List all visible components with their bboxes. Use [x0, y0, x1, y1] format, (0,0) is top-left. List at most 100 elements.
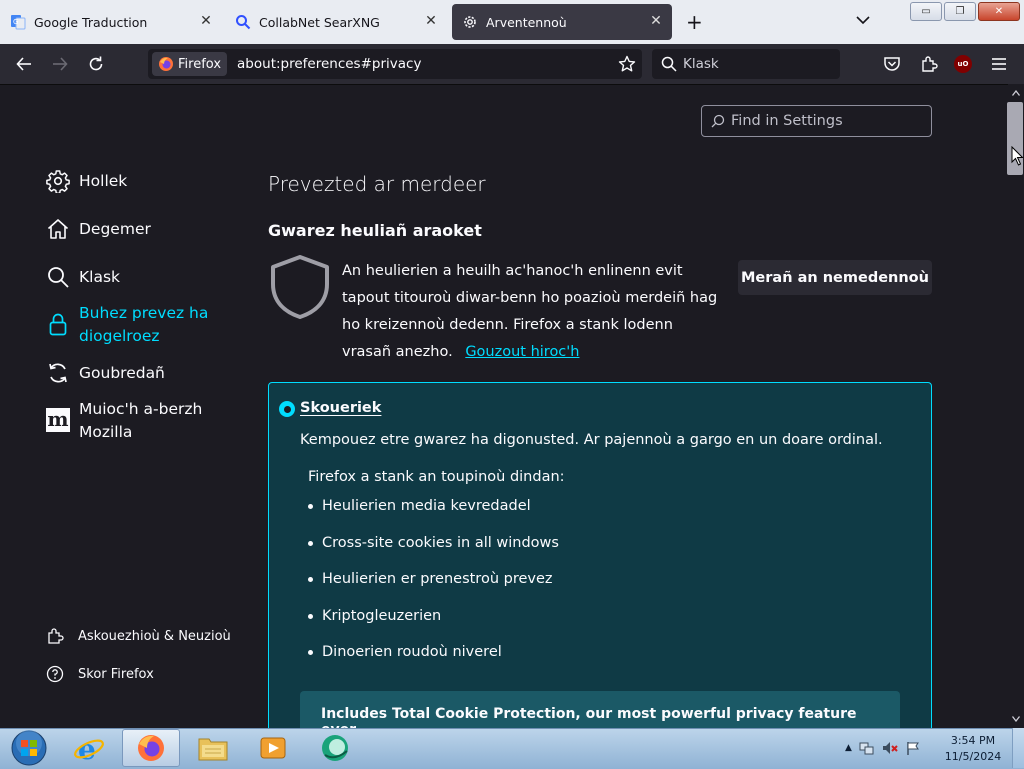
- tab-title: Arventennoù: [486, 14, 567, 30]
- url-bar[interactable]: Firefox about:preferences#privacy: [148, 49, 642, 79]
- taskbar-app[interactable]: [306, 729, 364, 767]
- mouse-cursor-icon: [1011, 146, 1024, 166]
- find-in-settings-input[interactable]: Find in Settings: [701, 105, 932, 137]
- google-translate-icon: G: [11, 15, 26, 30]
- tab-google-traduction[interactable]: G Google Traduction ✕: [0, 4, 222, 40]
- page-scrollbar[interactable]: [1008, 84, 1024, 728]
- sidebar-item-label: Goubredañ: [79, 364, 165, 382]
- firefox-icon: [138, 735, 164, 761]
- search-bar[interactable]: Klask: [652, 49, 840, 79]
- ublock-origin-icon[interactable]: uO: [954, 55, 972, 73]
- action-center-flag-icon[interactable]: [905, 740, 921, 756]
- start-button[interactable]: [0, 729, 58, 767]
- windows-start-orb-icon: [11, 730, 47, 766]
- identity-label: Firefox: [178, 56, 222, 72]
- close-tab-icon[interactable]: ✕: [648, 13, 664, 29]
- new-tab-button[interactable]: +: [686, 12, 703, 32]
- back-button[interactable]: [12, 52, 36, 76]
- sidebar-item-more-from-mozilla[interactable]: m Muioc'h a-berzh Mozilla: [46, 398, 216, 444]
- blocks-heading: Firefox a stank an toupinoù dindan:: [308, 469, 565, 485]
- taskbar-internet-explorer[interactable]: e: [60, 729, 118, 767]
- puzzle-icon: [48, 628, 64, 644]
- url-text[interactable]: about:preferences#privacy: [237, 56, 421, 72]
- gear-icon: [46, 170, 70, 193]
- list-item: Cross-site cookies in all windows: [308, 535, 559, 551]
- tab-title: CollabNet SearXNG: [259, 14, 380, 30]
- svg-text:e: e: [78, 733, 96, 764]
- bullet-dot: [308, 576, 313, 582]
- sidebar-item-search[interactable]: Klask: [46, 265, 120, 289]
- clock-time: 3:54 PM: [950, 734, 996, 747]
- sidebar-item-label: Klask: [79, 268, 121, 286]
- search-icon: [661, 56, 677, 72]
- firefox-logo-icon: [159, 57, 173, 71]
- standard-radio[interactable]: [279, 401, 295, 417]
- sidebar-footer-addons[interactable]: Askouezhioù & Neuzioù: [46, 627, 231, 645]
- standard-protection-option[interactable]: Skoueriek Kempouez etre gwarez ha digonu…: [268, 382, 932, 751]
- bullet-dot: [308, 503, 313, 509]
- list-item: Dinoerien roudoù niverel: [308, 644, 502, 660]
- tab-arventennou[interactable]: Arventennoù ✕: [452, 4, 672, 40]
- list-item: Kriptogleuzerien: [308, 608, 441, 624]
- mozilla-icon: m: [46, 407, 70, 432]
- standard-title: Skoueriek: [300, 400, 382, 416]
- learn-more-link[interactable]: Gouzout hiroc'h: [465, 344, 579, 360]
- system-clock[interactable]: 3:54 PM 11/5/2024: [944, 733, 1002, 765]
- scroll-down-arrow-icon[interactable]: [1012, 716, 1020, 722]
- window-controls: ▭ ❐ ✕: [910, 2, 1020, 21]
- sidebar-item-privacy-security[interactable]: Buhez prevez ha diogelroez: [46, 302, 216, 348]
- sidebar-item-general[interactable]: Hollek: [46, 169, 127, 193]
- show-hidden-icons-chevron-up-icon[interactable]: ▲: [845, 743, 852, 753]
- list-item-text: Heulierien media kevredadel: [322, 498, 531, 514]
- forward-arrow-icon: [53, 57, 68, 71]
- pocket-icon[interactable]: [883, 56, 901, 73]
- show-desktop-button[interactable]: [1012, 728, 1024, 768]
- sidebar-item-sync[interactable]: Goubredañ: [46, 361, 165, 385]
- home-icon: [47, 219, 69, 239]
- reload-button[interactable]: [84, 52, 108, 76]
- sidebar-item-home[interactable]: Degemer: [46, 217, 151, 241]
- list-item-text: Cross-site cookies in all windows: [322, 535, 559, 551]
- identity-box[interactable]: Firefox: [152, 52, 228, 76]
- scroll-up-arrow-icon[interactable]: [1012, 90, 1020, 96]
- tab-title: Google Traduction: [34, 14, 148, 30]
- sidebar-footer-label: Askouezhioù & Neuzioù: [78, 628, 231, 644]
- taskbar-media-player[interactable]: [244, 729, 302, 767]
- window-close-button[interactable]: ✕: [978, 2, 1020, 21]
- bullet-dot: [308, 613, 313, 619]
- internet-explorer-icon: e: [74, 733, 104, 764]
- taskbar-file-explorer[interactable]: [184, 729, 242, 767]
- list-item-text: Dinoerien roudoù niverel: [322, 644, 502, 660]
- back-arrow-icon: [16, 57, 31, 71]
- close-tab-icon[interactable]: ✕: [198, 13, 214, 29]
- forward-button[interactable]: [48, 52, 72, 76]
- tab-collabnet-searxng[interactable]: CollabNet SearXNG ✕: [225, 4, 447, 40]
- hamburger-menu-icon[interactable]: [991, 57, 1007, 71]
- network-icon[interactable]: [859, 740, 875, 756]
- sidebar-item-label: Buhez prevez ha diogelroez: [79, 304, 209, 345]
- list-all-tabs-chevron-down-icon[interactable]: [856, 15, 870, 25]
- close-tab-icon[interactable]: ✕: [423, 13, 439, 29]
- clock-date: 11/5/2024: [944, 750, 1002, 763]
- volume-muted-icon[interactable]: [882, 740, 898, 756]
- bullet-dot: [308, 540, 313, 546]
- restore-button[interactable]: ❐: [944, 2, 976, 21]
- minimize-button[interactable]: ▭: [910, 2, 942, 21]
- help-icon: [46, 665, 64, 683]
- search-placeholder: Klask: [683, 56, 719, 72]
- bookmark-star-icon[interactable]: [618, 55, 636, 73]
- folder-icon: [198, 738, 228, 761]
- extensions-puzzle-icon[interactable]: [920, 55, 938, 73]
- sidebar-footer-label: Skor Firefox: [78, 666, 154, 682]
- section-title: Gwarez heuliañ araoket: [268, 221, 482, 240]
- sidebar-item-label: Hollek: [79, 172, 128, 190]
- list-item-text: Kriptogleuzerien: [322, 608, 442, 624]
- gear-icon: [464, 16, 476, 28]
- list-item: Heulierien er prenestroù prevez: [308, 571, 553, 587]
- sidebar-item-label: Muioc'h a-berzh Mozilla: [79, 400, 203, 441]
- reload-icon: [89, 56, 103, 71]
- sidebar-item-label: Degemer: [79, 220, 151, 238]
- sidebar-footer-support[interactable]: Skor Firefox: [46, 665, 154, 683]
- taskbar-firefox[interactable]: [122, 729, 180, 767]
- manage-exceptions-button[interactable]: Merañ an nemedennoù: [738, 260, 932, 295]
